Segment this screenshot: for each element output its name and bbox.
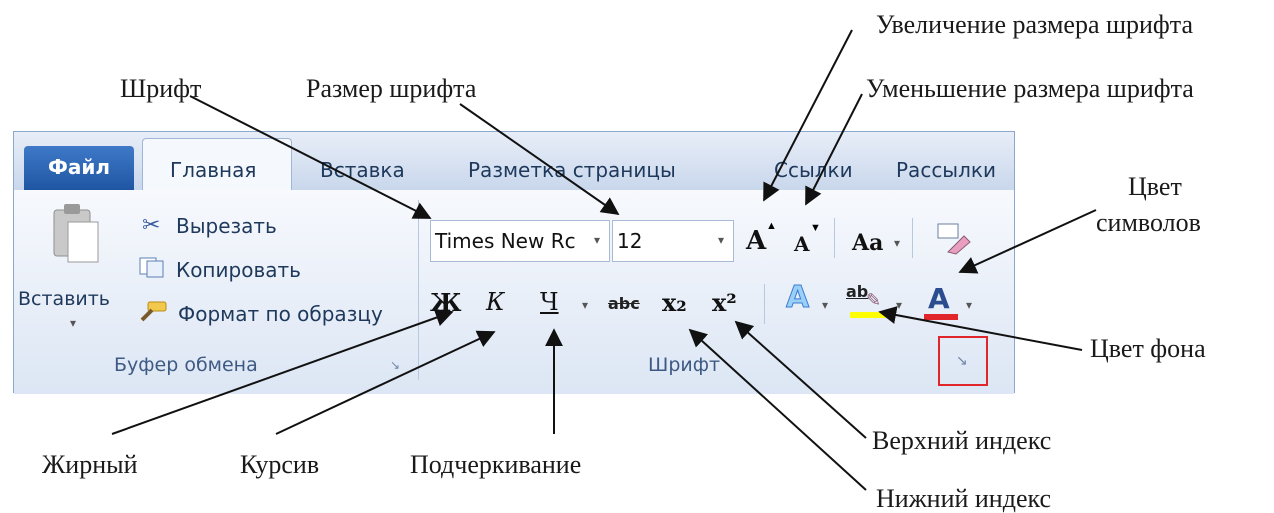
- arrow-decrease-size: [805, 93, 863, 206]
- arrow-font-color: [958, 209, 1097, 274]
- arrow-subscript: [688, 328, 867, 491]
- annotation-arrows: [111, 29, 1097, 491]
- arrow-increase-size: [763, 29, 853, 202]
- arrow-font: [189, 95, 432, 219]
- arrow-superscript: [734, 320, 867, 439]
- arrow-highlight-color: [878, 306, 1083, 351]
- arrow-italic: [275, 330, 496, 435]
- arrow-font-size: [459, 103, 620, 216]
- arrow-bold: [111, 309, 454, 435]
